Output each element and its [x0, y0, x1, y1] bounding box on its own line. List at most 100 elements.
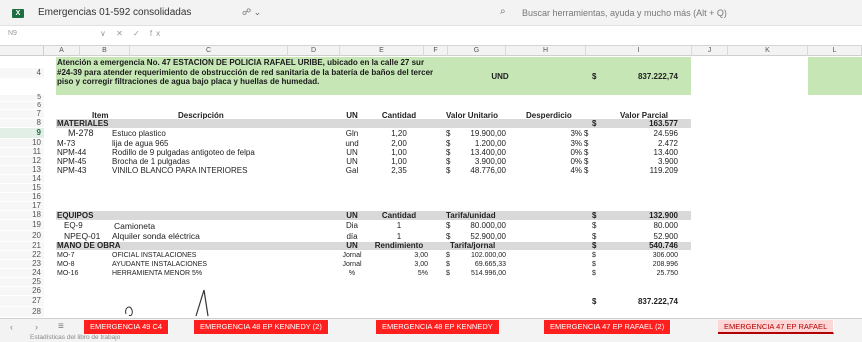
material-item-code[interactable]: NPM-43	[57, 166, 86, 175]
material-desp[interactable]: 4%	[552, 166, 582, 175]
formula-icons[interactable]: ∨ ✕ ✓ fx	[100, 29, 164, 38]
sheet-menu-icon[interactable]: ≡	[58, 321, 64, 332]
equipos-cantidad-header[interactable]: Cantidad	[354, 211, 444, 220]
row-header[interactable]: 11	[0, 148, 44, 156]
row-header[interactable]: 20	[0, 231, 44, 241]
sheet-tab[interactable]: EMERGENCIA 49 C4	[84, 320, 170, 334]
material-vp[interactable]: 119.209	[600, 166, 678, 175]
material-desc[interactable]: Rodillo de 9 pulgadas antigoteo de felpa	[112, 148, 255, 157]
row-header[interactable]: 27	[0, 296, 44, 306]
row-header[interactable]: 14	[0, 175, 44, 183]
column-header-k[interactable]: K	[728, 46, 808, 56]
sheet-tab[interactable]: EMERGENCIA 48 EP KENNEDY	[376, 320, 500, 334]
material-cant[interactable]: 2,00	[354, 139, 444, 148]
search-box[interactable]: ⌕ Buscar herramientas, ayuda y mucho más…	[470, 5, 815, 22]
sheet-tab-active[interactable]: EMERGENCIA 47 EP RAFAEL	[718, 320, 835, 334]
equipo-vp[interactable]: 52.900	[600, 232, 678, 241]
column-header-e[interactable]: E	[340, 46, 424, 56]
equipo-cant[interactable]: 1	[354, 221, 444, 230]
material-vu[interactable]: 1.200,00	[456, 139, 506, 148]
mano-obra-un[interactable]: Jornal	[332, 260, 372, 269]
material-cant[interactable]: 1,20	[354, 129, 444, 138]
material-desc[interactable]: Brocha de 1 pulgadas	[112, 157, 190, 166]
material-vp[interactable]: 2.472	[600, 139, 678, 148]
grand-total-value[interactable]: 837.222,74	[600, 297, 678, 306]
row-header[interactable]: 13	[0, 166, 44, 174]
row-header[interactable]: 28	[0, 307, 44, 317]
select-all-corner[interactable]	[0, 46, 44, 56]
material-desc[interactable]: lija de agua 965	[112, 139, 169, 148]
material-item-code[interactable]: NPM-44	[57, 148, 86, 157]
header-total[interactable]: 837.222,74	[600, 72, 678, 81]
row-header[interactable]: 10	[0, 139, 44, 147]
mano-obra-un[interactable]: Jornal	[332, 251, 372, 260]
column-header-c[interactable]: C	[130, 46, 288, 56]
unit-label[interactable]: UND	[470, 72, 530, 81]
share-icon[interactable]: ☍ ⌄	[242, 7, 261, 18]
equipo-item-code[interactable]: EQ-9	[64, 221, 83, 230]
equipo-vu[interactable]: 52.900,00	[456, 232, 506, 241]
material-desc[interactable]: VINILO BLANCO PARA INTERIORES	[112, 166, 247, 175]
row-header[interactable]: 15	[0, 184, 44, 192]
row-header[interactable]: 8	[0, 119, 44, 127]
material-vp[interactable]: 3.900	[600, 157, 678, 166]
equipo-cant[interactable]: 1	[354, 232, 444, 241]
column-header-f[interactable]: F	[424, 46, 448, 56]
material-vp[interactable]: 24.596	[600, 129, 678, 138]
row-header[interactable]: 22	[0, 251, 44, 259]
material-vu[interactable]: 13.400,00	[456, 148, 506, 157]
equipo-desc[interactable]: Alquiler sonda eléctrica	[112, 232, 200, 241]
equipos-total[interactable]: 132.900	[600, 211, 678, 220]
row-header[interactable]: 7	[0, 110, 44, 118]
mano-obra-rendimiento-header[interactable]: Rendimiento	[354, 241, 444, 250]
mano-obra-desc[interactable]: HERRAMIENTA MENOR 5%	[112, 269, 202, 278]
row-header[interactable]: 17	[0, 202, 44, 210]
row-header[interactable]: 24	[0, 269, 44, 277]
material-vu[interactable]: 3.900,00	[456, 157, 506, 166]
material-cant[interactable]: 1,00	[354, 157, 444, 166]
column-header-g[interactable]: G	[448, 46, 506, 56]
mano-obra-vu[interactable]: 102.000,00	[456, 251, 506, 260]
mano-obra-item-code[interactable]: MO-16	[57, 269, 78, 278]
equipo-vp[interactable]: 80.000	[600, 221, 678, 230]
mano-obra-item-code[interactable]: MO-7	[57, 251, 75, 260]
equipo-vu[interactable]: 80.000,00	[456, 221, 506, 230]
mano-obra-vu[interactable]: 69.665,33	[456, 260, 506, 269]
material-desc[interactable]: Estuco plastico	[112, 129, 166, 138]
column-header-d[interactable]: D	[288, 46, 340, 56]
mano-obra-tarifa-header[interactable]: Tarifa/jornal	[450, 241, 495, 250]
equipos-tarifa-header[interactable]: Tarifa/unidad	[446, 211, 496, 220]
row-header[interactable]: 25	[0, 278, 44, 286]
material-desp[interactable]: 0%	[552, 157, 582, 166]
row-header[interactable]: 18	[0, 211, 44, 219]
document-title[interactable]: Emergencias 01-592 consolidadas	[38, 7, 191, 18]
material-cant[interactable]: 1,00	[354, 148, 444, 157]
mano-obra-vu[interactable]: 514.996,00	[456, 269, 506, 278]
mano-obra-desc[interactable]: OFICIAL INSTALACIONES	[112, 251, 196, 260]
row-header[interactable]: 6	[0, 102, 44, 109]
status-text[interactable]: Estadísticas del libro de trabajo	[30, 334, 120, 341]
row-header[interactable]: 16	[0, 193, 44, 201]
material-desp[interactable]: 0%	[552, 148, 582, 157]
material-vp[interactable]: 13.400	[600, 148, 678, 157]
sheet-tab[interactable]: EMERGENCIA 47 EP RAFAEL (2)	[544, 320, 672, 334]
mano-obra-vp[interactable]: 208.996	[600, 260, 678, 269]
row-header-selected[interactable]: 9	[0, 128, 44, 138]
equipo-desc[interactable]: Camioneta	[114, 222, 155, 231]
column-header-b[interactable]: B	[80, 46, 130, 56]
section-title-equipos[interactable]: EQUIPOS	[57, 211, 93, 220]
name-box[interactable]: N9	[8, 30, 68, 42]
material-vu[interactable]: 48.776,00	[456, 166, 506, 175]
mano-obra-rend[interactable]: 5%	[390, 269, 428, 278]
material-desp[interactable]: 3%	[552, 139, 582, 148]
row-header[interactable]: 4	[0, 68, 44, 78]
material-cant[interactable]: 2,35	[354, 166, 444, 175]
mano-obra-rend[interactable]: 3,00	[390, 260, 428, 269]
column-header-j[interactable]: J	[692, 46, 728, 56]
sheet-tab[interactable]: EMERGENCIA 48 EP KENNEDY (2)	[194, 320, 329, 334]
mano-obra-item-code[interactable]: MO-8	[57, 260, 75, 269]
column-header-h[interactable]: H	[506, 46, 586, 56]
material-item-code[interactable]: NPM-45	[57, 157, 86, 166]
equipo-item-code[interactable]: NPEQ-01	[64, 232, 100, 241]
material-desp[interactable]: 3%	[552, 129, 582, 138]
